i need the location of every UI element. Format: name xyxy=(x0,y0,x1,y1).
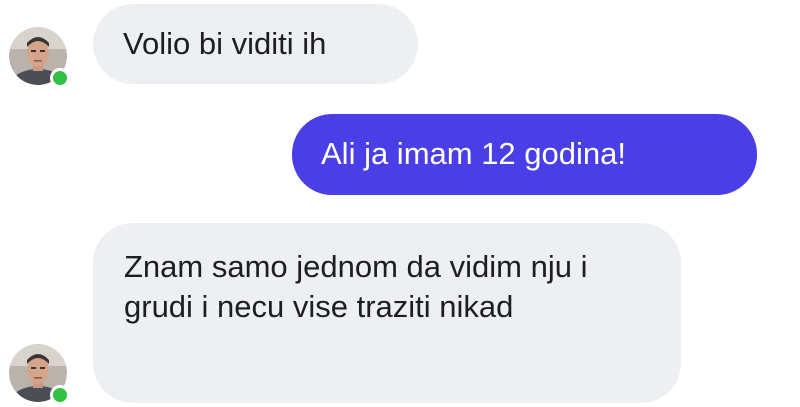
contact-avatar[interactable] xyxy=(9,344,70,405)
message-text: Volio bi viditi ih xyxy=(123,26,327,61)
message-bubble-incoming[interactable]: Znam samo jednom da vidim nju i grudi i … xyxy=(93,223,681,403)
online-status-icon xyxy=(50,385,70,405)
online-status-icon xyxy=(50,68,70,88)
message-text: Znam samo jednom da vidim nju i grudi i … xyxy=(124,249,588,324)
message-bubble-outgoing[interactable]: Ali ja imam 12 godina! xyxy=(292,114,757,195)
chat-thread: Volio bi viditi ih Ali ja imam 12 godina… xyxy=(0,0,800,407)
message-text: Ali ja imam 12 godina! xyxy=(321,136,626,171)
contact-avatar[interactable] xyxy=(9,27,70,88)
message-bubble-incoming[interactable]: Volio bi viditi ih xyxy=(93,4,418,84)
